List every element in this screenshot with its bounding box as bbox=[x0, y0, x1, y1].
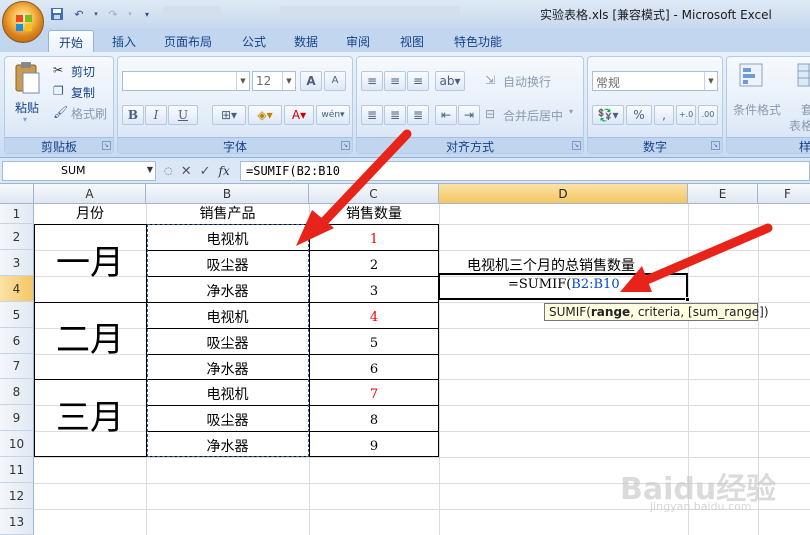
office-button[interactable] bbox=[2, 1, 44, 43]
arrow-to-b-column bbox=[296, 129, 412, 246]
excel-window: 实验表格.xls [兼容模式] - Microsoft Excel ↶ ▾ ↷ … bbox=[0, 0, 810, 535]
annotation-arrows bbox=[296, 129, 773, 292]
office-logo-icon bbox=[16, 15, 32, 31]
arrow-to-d4-formula bbox=[620, 223, 773, 292]
